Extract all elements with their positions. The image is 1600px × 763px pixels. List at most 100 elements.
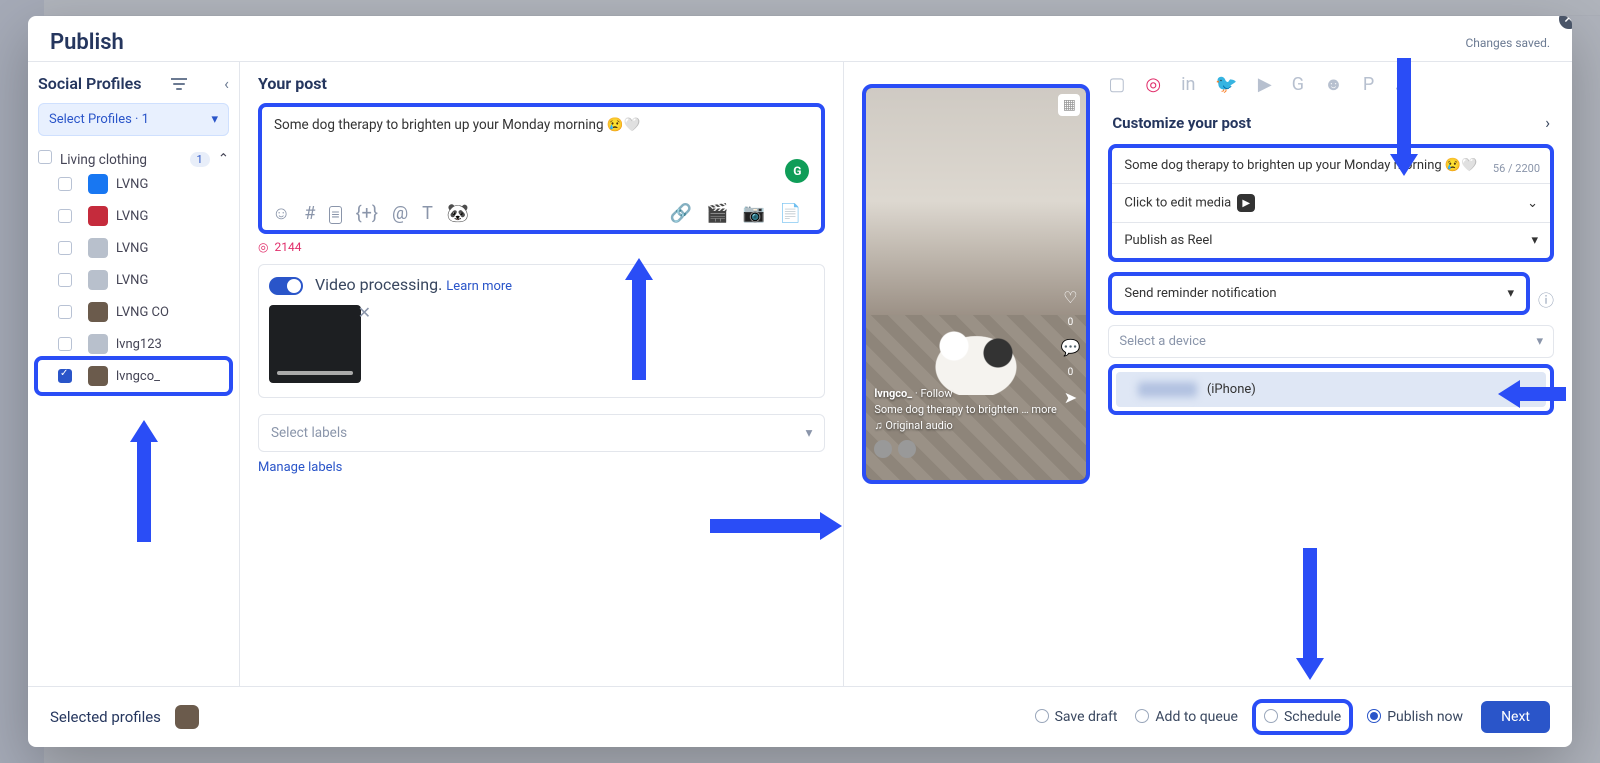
video-processing-toggle[interactable] xyxy=(269,277,303,295)
publish-option-sched[interactable]: Schedule xyxy=(1256,703,1349,731)
next-button[interactable]: Next xyxy=(1481,701,1550,733)
profile-item[interactable]: LVNG xyxy=(38,200,229,232)
device-option-iphone[interactable]: x (iPhone) xyxy=(1116,372,1546,407)
device-suffix: (iPhone) xyxy=(1207,382,1256,397)
publish-option-queue[interactable]: Add to queue xyxy=(1135,709,1238,725)
facebook-icon[interactable]: ▢ xyxy=(1108,74,1125,95)
profile-avatar xyxy=(88,366,108,386)
char-count: ◎ 2144 xyxy=(258,240,825,254)
modal-header: Publish Changes saved. xyxy=(28,16,1572,62)
customize-heading: Customize your post xyxy=(1112,114,1251,132)
profile-checkbox[interactable] xyxy=(58,209,72,223)
group-count-badge: 1 xyxy=(190,152,210,167)
radio-icon[interactable] xyxy=(1035,709,1049,723)
labels-select[interactable]: Select labels ▾ xyxy=(258,414,825,452)
profile-label: lvng123 xyxy=(116,337,162,352)
twitter-icon[interactable]: 🐦 xyxy=(1215,74,1237,95)
customize-panel: ▢ ◎ in 🐦 ▶ G ☻ P ♪ Customize your post › xyxy=(1108,74,1554,674)
profile-avatar xyxy=(88,174,108,194)
camera-icon[interactable]: 📷 xyxy=(743,203,765,224)
link-icon[interactable]: 🔗 xyxy=(670,203,692,224)
pinterest-icon[interactable]: P xyxy=(1363,74,1374,95)
chevron-down-icon: ▾ xyxy=(1531,233,1538,248)
snippet-icon[interactable]: {+} xyxy=(356,203,378,224)
grammarly-icon[interactable]: G xyxy=(785,159,809,183)
labels-placeholder: Select labels xyxy=(271,425,347,441)
mention-icon[interactable]: @ xyxy=(392,203,408,224)
profile-label: LVNG xyxy=(116,177,148,192)
profile-item[interactable]: LVNG xyxy=(38,168,229,200)
edit-media-row[interactable]: Click to edit media▶ ⌄ xyxy=(1112,184,1550,223)
chevron-up-icon[interactable]: ⌃ xyxy=(218,151,229,167)
profile-label: LVNG xyxy=(116,209,148,224)
selected-avatar[interactable] xyxy=(175,705,199,729)
group-checkbox[interactable] xyxy=(38,150,52,164)
reminder-select[interactable]: Send reminder notification ▾ xyxy=(1112,276,1526,311)
profile-item[interactable]: LVNG CO xyxy=(38,296,229,328)
profiles-header: Social Profiles ‹ xyxy=(38,74,229,93)
youtube-icon[interactable]: ▶ xyxy=(1258,74,1272,95)
learn-more-link[interactable]: Learn more xyxy=(446,279,512,294)
profile-checkbox[interactable] xyxy=(58,273,72,287)
remove-media-icon[interactable]: ✕ xyxy=(358,303,371,322)
document-icon[interactable]: 📄 xyxy=(779,203,801,224)
filter-icon[interactable] xyxy=(171,78,187,90)
publish-modal: ✕ Publish Changes saved. Social Profiles… xyxy=(28,16,1572,747)
preview-overlay: lvngco_ · Follow Some dog therapy to bri… xyxy=(866,380,1086,480)
publish-options: Save draft Add to queue Schedule Publish no… xyxy=(1035,701,1550,733)
comment-icon: 💬 xyxy=(1060,338,1080,357)
tiktok-icon[interactable]: ♪ xyxy=(1394,74,1403,95)
device-owner-redacted: x xyxy=(1138,382,1196,397)
profile-item[interactable]: LVNG xyxy=(38,264,229,296)
grid-icon[interactable]: ▦ xyxy=(1058,94,1080,116)
group-header[interactable]: Living clothing 1 ⌃ xyxy=(38,150,229,168)
linkedin-icon[interactable]: in xyxy=(1181,74,1195,95)
heart-icon: ♡ xyxy=(1060,288,1080,307)
collapse-left-icon[interactable]: ‹ xyxy=(224,74,229,93)
video-processing-label: Video processing. xyxy=(315,275,442,294)
media-thumbnail[interactable]: ⋮ ✕ xyxy=(269,305,361,383)
profile-label: LVNG xyxy=(116,273,148,288)
profile-checkbox[interactable] xyxy=(58,337,72,351)
profiles-title: Social Profiles xyxy=(38,74,141,93)
radio-icon[interactable] xyxy=(1264,709,1278,723)
publish-option-now[interactable]: Publish now xyxy=(1367,709,1463,725)
google-icon[interactable]: G xyxy=(1292,74,1304,95)
chevron-right-icon[interactable]: › xyxy=(1545,113,1550,132)
emoji-icon[interactable]: ☺ xyxy=(272,203,290,224)
customize-text-field[interactable]: Some dog therapy to brighten up your Mon… xyxy=(1112,148,1550,184)
profile-checkbox[interactable] xyxy=(58,241,72,255)
select-profiles-label: Select Profiles · 1 xyxy=(49,112,149,127)
instagram-glyph-icon: ◎ xyxy=(258,240,268,254)
instagram-icon[interactable]: ◎ xyxy=(1145,74,1161,95)
canned-icon[interactable]: ≡ xyxy=(329,206,341,224)
profile-item[interactable]: lvng123 xyxy=(38,328,229,360)
instagram-preview[interactable]: ▦ ♡0 💬0 ➤ lvngco_ · Follow Some dog ther… xyxy=(862,84,1090,484)
profile-checkbox[interactable] xyxy=(58,177,72,191)
hashtag-icon[interactable]: # xyxy=(304,203,315,224)
group-name: Living clothing xyxy=(60,152,147,168)
device-select[interactable]: Select a device ▾ xyxy=(1108,325,1554,358)
profile-checkbox[interactable] xyxy=(58,305,72,319)
compose-toolbar: ☺ # ≡ {+} @ T 🐼 🔗 🎬 📷 📄 xyxy=(272,203,811,224)
radio-icon[interactable] xyxy=(1367,709,1381,723)
select-profiles-dropdown[interactable]: Select Profiles · 1 ▾ xyxy=(38,103,229,136)
info-icon[interactable]: ⓘ xyxy=(1538,287,1554,311)
chevron-down-icon: ▾ xyxy=(806,425,813,441)
network-tabs: ▢ ◎ in 🐦 ▶ G ☻ P ♪ xyxy=(1108,74,1554,95)
ai-assist-icon[interactable]: 🐼 xyxy=(447,203,469,224)
publish-option-save[interactable]: Save draft xyxy=(1035,709,1118,725)
profile-group: Living clothing 1 ⌃ LVNG LVNG LVNG xyxy=(38,150,229,392)
reddit-icon[interactable]: ☻ xyxy=(1324,74,1343,95)
customize-fields-box: Some dog therapy to brighten up your Mon… xyxy=(1108,144,1554,262)
profile-item[interactable]: LVNG xyxy=(38,232,229,264)
profile-checkbox[interactable] xyxy=(58,369,72,383)
post-text-input[interactable] xyxy=(272,115,811,169)
text-format-icon[interactable]: T xyxy=(422,203,433,224)
video-icon[interactable]: 🎬 xyxy=(706,203,728,224)
profile-item[interactable]: lvngco_ xyxy=(38,360,229,392)
profile-avatar xyxy=(88,302,108,322)
manage-labels-link[interactable]: Manage labels xyxy=(258,460,825,475)
publish-as-select[interactable]: Publish as Reel ▾ xyxy=(1112,223,1550,258)
radio-icon[interactable] xyxy=(1135,709,1149,723)
